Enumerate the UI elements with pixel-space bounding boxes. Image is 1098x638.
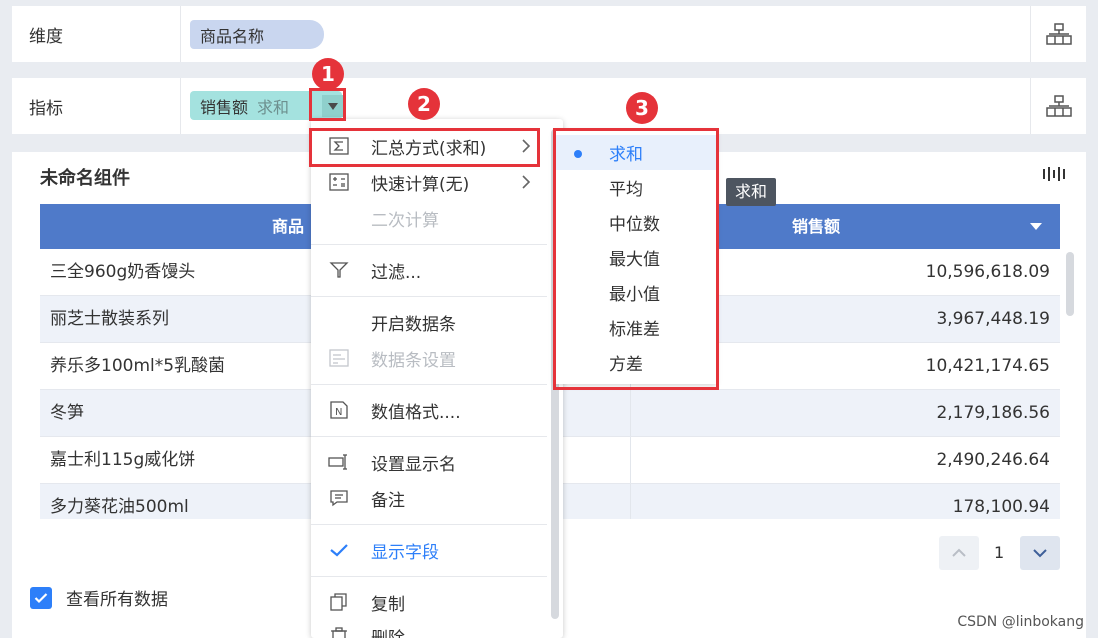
view-all-label[interactable]: 查看所有数据: [66, 585, 168, 610]
metric-context-menu: 汇总方式(求和) 快速计算(无) 二次计算 过滤... 开启数据条 数据条设置 …: [311, 119, 563, 638]
annotation-box-3: [553, 128, 719, 390]
copy-icon: [328, 592, 350, 612]
svg-text:N: N: [335, 407, 342, 418]
watermark: CSDN @linbokang: [957, 614, 1084, 630]
current-page: 1: [994, 543, 1005, 562]
databar-icon: [328, 348, 350, 368]
menu-item-databar-settings: 数据条设置: [311, 340, 547, 376]
menu-item-comment[interactable]: 备注: [311, 480, 547, 516]
check-icon: [34, 593, 48, 604]
annotation-number-2: 2: [408, 88, 440, 120]
number-format-icon: N: [328, 400, 350, 420]
dimension-label: 维度: [29, 26, 63, 47]
column-header-sales[interactable]: 销售额: [792, 204, 840, 249]
chevron-up-icon: [952, 548, 966, 557]
dimension-pill[interactable]: 商品名称: [190, 20, 324, 49]
product-cell: 嘉士利115g威化饼: [50, 450, 196, 470]
sales-cell: 10,421,174.65: [925, 356, 1050, 376]
delete-icon: [328, 626, 350, 638]
comment-icon: [328, 488, 350, 508]
product-cell: 养乐多100ml*5乳酸菌: [50, 356, 226, 376]
table-scrollbar[interactable]: [1066, 252, 1074, 316]
menu-item-delete[interactable]: 删除: [311, 618, 547, 638]
menu-item-copy[interactable]: 复制: [311, 584, 547, 620]
dimension-drop-area[interactable]: 商品名称: [182, 6, 1028, 62]
next-page-button[interactable]: [1020, 536, 1060, 570]
sales-cell: 3,967,448.19: [936, 309, 1050, 329]
metric-pill-aggregation: 求和: [257, 97, 290, 117]
menu-item-quick-calc[interactable]: 快速计算(无): [311, 164, 547, 200]
menu-item-secondary-calc: 二次计算: [371, 210, 439, 231]
chevron-down-icon: [1033, 549, 1047, 558]
widget-title: 未命名组件: [40, 168, 130, 189]
dimension-hierarchy-button[interactable]: [1030, 6, 1086, 62]
menu-item-show-field[interactable]: 显示字段: [311, 532, 547, 568]
annotation-number-1: 1: [312, 58, 344, 90]
annotation-box-2: [309, 128, 540, 167]
sales-cell: 2,490,246.64: [936, 450, 1050, 470]
sales-cell: 2,179,186.56: [936, 403, 1050, 423]
product-cell: 冬笋: [50, 403, 84, 423]
hierarchy-icon: [1045, 95, 1072, 117]
product-cell: 多力葵花油500ml: [50, 497, 189, 517]
sales-cell: 10,596,618.09: [925, 262, 1050, 282]
annotation-box-1: [309, 88, 346, 121]
metric-label: 指标: [29, 98, 63, 119]
check-icon: [328, 540, 350, 560]
hierarchy-icon: [1045, 23, 1072, 45]
dimension-pill-label: 商品名称: [200, 26, 265, 46]
menu-item-enable-databar[interactable]: 开启数据条: [311, 304, 547, 340]
menu-item-rename[interactable]: 设置显示名: [311, 444, 547, 480]
metric-hierarchy-button[interactable]: [1030, 78, 1086, 134]
rename-icon: [328, 452, 350, 472]
dimension-shelf: 维度 商品名称: [12, 6, 1086, 62]
chart-bars-icon[interactable]: [1042, 166, 1068, 182]
product-cell: 三全960g奶香馒头: [50, 262, 196, 282]
calculator-icon: [328, 172, 350, 192]
prev-page-button[interactable]: [939, 536, 979, 570]
chevron-right-icon: [522, 175, 531, 189]
menu-item-filter[interactable]: 过滤...: [311, 252, 547, 288]
annotation-number-3: 3: [626, 92, 658, 124]
product-cell: 丽芝士散装系列: [50, 309, 169, 329]
menu-item-number-format[interactable]: N 数值格式....: [311, 392, 547, 428]
view-all-checkbox[interactable]: [30, 587, 52, 609]
metric-pill-label: 销售额: [200, 97, 249, 117]
filter-icon: [328, 260, 350, 280]
tooltip: 求和: [726, 178, 777, 206]
sales-cell: 178,100.94: [952, 497, 1050, 517]
column-header-product[interactable]: 商品: [272, 204, 304, 249]
sort-caret-icon[interactable]: [1030, 223, 1042, 230]
